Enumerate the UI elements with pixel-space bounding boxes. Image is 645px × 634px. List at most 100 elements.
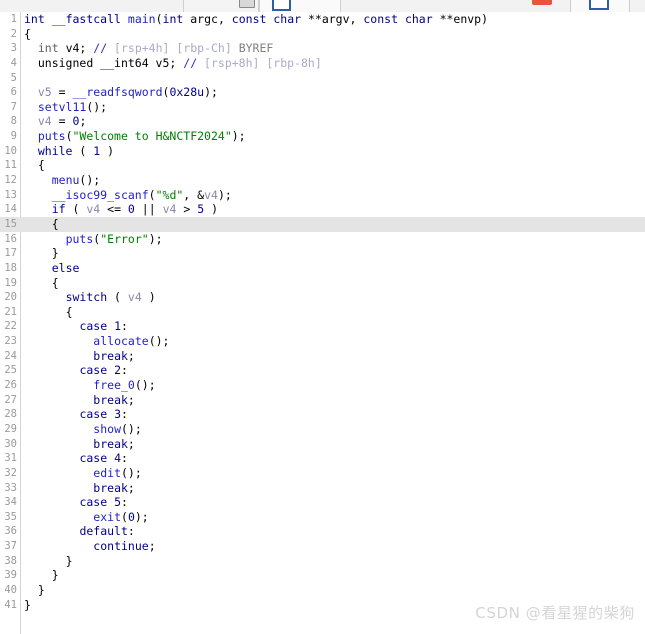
token-kw: while xyxy=(37,143,73,158)
code-text: switch ( v4 ) xyxy=(66,290,156,305)
token-punc: > xyxy=(176,202,198,217)
code-line[interactable]: 19 { xyxy=(0,276,645,291)
code-line[interactable]: 21 { xyxy=(0,305,645,320)
token-num: 5 xyxy=(114,495,122,510)
code-line[interactable]: 39} xyxy=(0,568,645,583)
graph-icon[interactable] xyxy=(272,0,291,11)
code-line[interactable]: 6 v5 = __readfsqword(0x28u); xyxy=(0,85,645,100)
code-line-list[interactable]: 1 int __fastcall main(int argc, const cha… xyxy=(0,12,645,612)
code-line[interactable]: 27 break; xyxy=(0,393,645,408)
token-fn: setvl11 xyxy=(37,99,87,114)
code-line[interactable]: 15 { xyxy=(0,216,645,232)
token-punc: <= xyxy=(100,202,128,217)
line-number: 29 xyxy=(4,422,17,435)
token-kw: else xyxy=(51,260,80,275)
code-text: default: xyxy=(79,524,134,539)
code-line[interactable]: 36 default: xyxy=(0,524,645,539)
token-punc: **argv, xyxy=(301,12,364,26)
line-number: 1 xyxy=(10,13,17,25)
code-line[interactable]: 37 continue; xyxy=(0,539,645,554)
code-line[interactable]: 33 break; xyxy=(0,481,645,496)
code-line[interactable]: 14 if ( v4 <= 0 || v4 > 5 ) xyxy=(0,202,645,217)
code-line[interactable]: 1 int __fastcall main(int argc, const cha… xyxy=(0,12,645,27)
code-line[interactable]: 23 allocate(); xyxy=(0,334,645,349)
step-into-icon[interactable] xyxy=(589,0,609,10)
code-line[interactable]: 20 switch ( v4 ) xyxy=(0,290,645,305)
code-line[interactable]: 32 edit(); xyxy=(0,466,645,481)
line-number: 27 xyxy=(4,393,17,406)
code-text: case 4: xyxy=(79,451,128,466)
token-var: v4 xyxy=(204,187,218,202)
code-line[interactable]: 18 else xyxy=(0,261,645,276)
token-punc: (); xyxy=(134,378,156,393)
code-line[interactable]: 31 case 4: xyxy=(0,451,645,466)
token-punc: ( xyxy=(65,202,87,217)
code-text: break; xyxy=(93,349,135,364)
stop-icon[interactable] xyxy=(532,0,552,5)
code-line[interactable]: 17} xyxy=(0,246,645,261)
code-line[interactable]: 2{ xyxy=(0,27,645,42)
token-punc: ( xyxy=(72,143,94,158)
code-line[interactable]: 4 unsigned __int64 v5; // [rsp+8h] [rbp-8… xyxy=(0,56,645,71)
token-cmt: [rsp+4h] [rbp-Ch] xyxy=(107,41,239,56)
token-punc: : xyxy=(121,363,128,378)
code-text: break; xyxy=(93,437,135,452)
code-line[interactable]: 35 exit(0); xyxy=(0,510,645,525)
token-punc: { xyxy=(51,275,59,290)
token-punc: (); xyxy=(121,465,142,480)
code-text: break; xyxy=(93,393,135,408)
code-line[interactable]: 16 puts("Error"); xyxy=(0,232,645,247)
code-text: case 3: xyxy=(79,407,128,422)
token-fn: exit xyxy=(93,509,121,524)
save-icon[interactable] xyxy=(239,0,255,8)
token-punc: || xyxy=(134,202,163,217)
code-line[interactable]: 10 while ( 1 ) xyxy=(0,144,645,159)
token-punc: : xyxy=(121,319,128,334)
line-number: 24 xyxy=(4,349,17,362)
code-line[interactable]: 13 __isoc99_scanf("%d", &v4); xyxy=(0,188,645,203)
token-punc: { xyxy=(24,26,31,41)
code-text: } xyxy=(38,583,45,598)
code-line[interactable]: 5 xyxy=(0,71,645,86)
line-number: 31 xyxy=(4,452,17,465)
token-punc: argc, xyxy=(183,12,232,26)
token-num: 2 xyxy=(114,363,122,378)
line-number: 25 xyxy=(4,364,17,377)
token-punc: ; xyxy=(148,539,156,554)
code-line[interactable]: 29 show(); xyxy=(0,422,645,437)
code-text: int __fastcall main(int argc, const char… xyxy=(24,12,488,27)
code-text: { xyxy=(24,27,31,42)
code-line[interactable]: 3 int v4; // [rsp+4h] [rbp-Ch] BYREF xyxy=(0,41,645,56)
token-kw: __fastcall xyxy=(51,12,121,26)
line-number: 3 xyxy=(10,42,17,55)
code-line[interactable]: 12 menu(); xyxy=(0,173,645,188)
code-line[interactable]: 28 case 3: xyxy=(0,407,645,422)
token-punc: (); xyxy=(79,173,101,188)
code-line[interactable]: 30 break; xyxy=(0,437,645,452)
token-punc: (); xyxy=(86,99,108,114)
pseudocode-editor[interactable]: 1 int __fastcall main(int argc, const cha… xyxy=(0,12,645,634)
token-kw: int xyxy=(162,12,184,26)
code-line[interactable]: 38} xyxy=(0,554,645,569)
code-line[interactable]: 9 puts("Welcome to H&NCTF2024"); xyxy=(0,129,645,144)
code-line[interactable]: 11 { xyxy=(0,158,645,173)
line-number: 7 xyxy=(10,100,17,113)
code-line[interactable]: 22 case 1: xyxy=(0,319,645,334)
code-text: menu(); xyxy=(52,173,100,188)
code-line[interactable]: 40} xyxy=(0,583,645,598)
line-number: 12 xyxy=(4,174,17,187)
code-line[interactable]: 8 v4 = 0; xyxy=(0,114,645,129)
token-var: v4 xyxy=(86,202,101,217)
token-kw: default xyxy=(79,524,128,539)
code-line[interactable]: 7 setvl11(); xyxy=(0,100,645,115)
token-punc: : xyxy=(121,495,128,510)
code-line[interactable]: 26 free_0(); xyxy=(0,378,645,393)
code-line[interactable]: 25 case 2: xyxy=(0,363,645,378)
code-line[interactable]: 34 case 5: xyxy=(0,495,645,510)
token-punc: (); xyxy=(148,334,170,349)
token-punc: } xyxy=(24,597,31,612)
code-text: puts("Welcome to H&NCTF2024"); xyxy=(38,129,246,144)
code-text: v5 = __readfsqword(0x28u); xyxy=(38,85,218,100)
code-line[interactable]: 24 break; xyxy=(0,349,645,364)
token-punc: ) xyxy=(100,143,115,158)
